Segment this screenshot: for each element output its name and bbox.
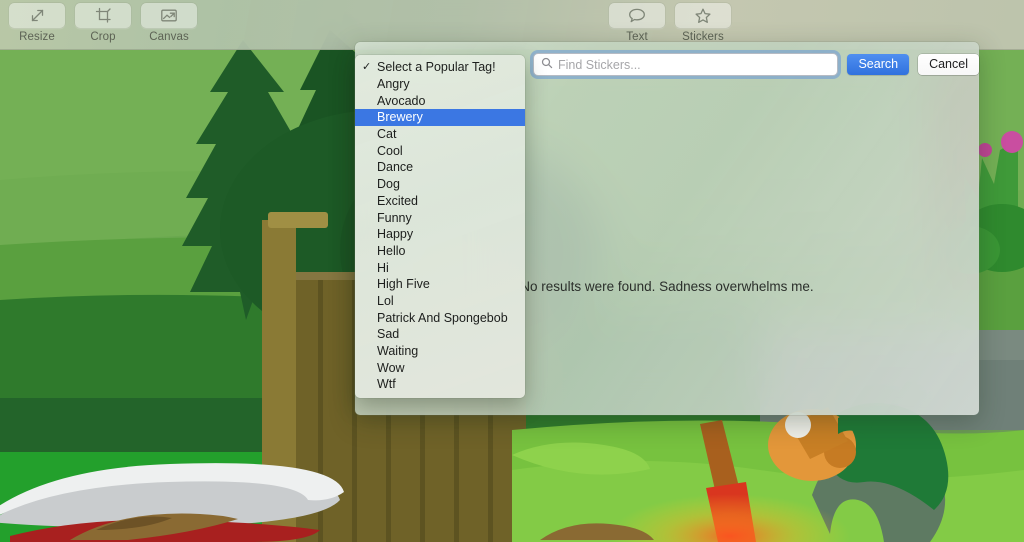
tag-menu-item[interactable]: Sad (355, 326, 525, 343)
tag-menu-item[interactable]: Happy (355, 226, 525, 243)
search-field-wrapper (533, 53, 839, 76)
tag-menu-item[interactable]: Wow (355, 359, 525, 376)
resize-diagonal-arrow-icon (9, 3, 65, 28)
tag-menu-item-label: High Five (377, 277, 430, 292)
canvas-button-label: Canvas (149, 31, 189, 43)
tag-menu-item-label: Wtf (377, 377, 396, 392)
tag-menu-item-label: Excited (377, 193, 418, 208)
tag-menu-item[interactable]: Funny (355, 209, 525, 226)
tag-menu-item-label: Waiting (377, 344, 419, 359)
tag-menu-item[interactable]: Lol (355, 293, 525, 310)
tag-menu-item[interactable]: Hi (355, 259, 525, 276)
crop-icon (75, 3, 131, 28)
toolbar-left-group: Resize Crop Canvas (4, 0, 202, 50)
tag-menu-item[interactable]: Waiting (355, 343, 525, 360)
tag-menu-item-label: Lol (377, 293, 394, 308)
search-button[interactable]: Search (847, 54, 910, 75)
app-window: Resize Crop Canvas Text Stickers Find St… (0, 0, 1024, 542)
tag-menu-item[interactable]: Avocado (355, 92, 525, 109)
resize-button[interactable]: Resize (4, 0, 70, 50)
canvas-button[interactable]: Canvas (136, 0, 202, 50)
canvas-image-icon (141, 3, 197, 28)
search-input[interactable] (558, 57, 838, 72)
tag-menu-item[interactable]: Cool (355, 142, 525, 159)
tag-menu-item[interactable]: Excited (355, 193, 525, 210)
crop-button[interactable]: Crop (70, 0, 136, 50)
tag-menu-item-label: Hello (377, 243, 406, 258)
tag-menu-item-label: Patrick And Spongebob (377, 310, 508, 325)
checkmark-icon: ✓ (362, 60, 372, 73)
tag-menu-item[interactable]: Hello (355, 243, 525, 260)
tag-menu-item-label: Happy (377, 227, 414, 242)
tag-menu-item-label: Dance (377, 160, 414, 175)
tag-menu-item[interactable]: ✓ Select a Popular Tag! (355, 59, 525, 76)
tag-menu-item-label: Cool (377, 143, 403, 158)
tag-menu-item-label: Avocado (377, 93, 426, 108)
tag-menu-item[interactable]: Angry (355, 76, 525, 93)
tag-menu-item-label: Funny (377, 210, 412, 225)
tag-menu-item-label: Hi (377, 260, 389, 275)
tag-menu-item[interactable]: Brewery (355, 109, 525, 126)
cancel-button[interactable]: Cancel (918, 54, 979, 75)
tag-menu-item[interactable]: Dog (355, 176, 525, 193)
popular-tag-dropdown-menu[interactable]: ✓ Select a Popular Tag! Angry Avocado Brewer… (355, 55, 525, 398)
tag-menu-item-label: Angry (377, 77, 410, 92)
tag-menu-item-label: Select a Popular Tag! (377, 60, 496, 75)
tag-menu-item[interactable]: High Five (355, 276, 525, 293)
crop-button-label: Crop (90, 31, 116, 43)
tag-menu-item[interactable]: Patrick And Spongebob (355, 309, 525, 326)
tag-menu-item-label: Brewery (377, 110, 423, 125)
tag-menu-item[interactable]: Cat (355, 126, 525, 143)
speech-bubble-icon (609, 3, 665, 28)
tag-menu-item-label: Wow (377, 360, 405, 375)
tag-menu-item-label: Cat (377, 127, 397, 142)
tag-menu-item[interactable]: Dance (355, 159, 525, 176)
tag-menu-item[interactable]: Wtf (355, 376, 525, 393)
tag-menu-item-label: Dog (377, 177, 400, 192)
star-icon (675, 3, 731, 28)
search-field[interactable] (533, 53, 839, 76)
search-magnifier-icon (541, 56, 553, 74)
resize-button-label: Resize (19, 31, 55, 43)
tag-menu-item-label: Sad (377, 327, 400, 342)
